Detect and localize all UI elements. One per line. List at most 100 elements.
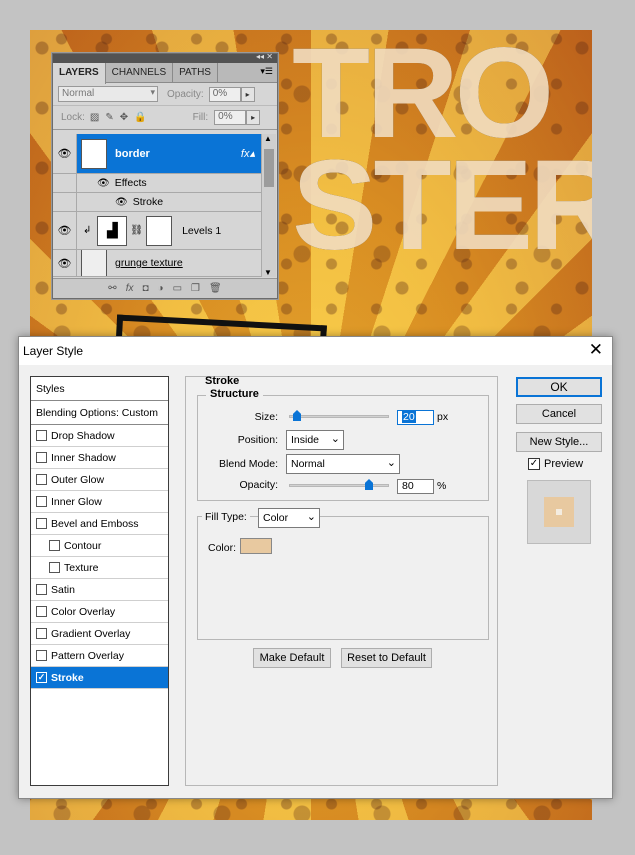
opacity-field[interactable]: 0% [208,86,241,102]
style-checkbox[interactable] [36,474,47,485]
layer-row-levels[interactable]: 👁 ↲ ▟ ⛓ Levels 1 [53,212,261,250]
style-item-outer-glow[interactable]: Outer Glow [31,469,168,491]
effects-eye-icon[interactable]: 👁 [97,178,110,189]
reset-default-button[interactable]: Reset to Default [341,648,432,668]
style-checkbox[interactable] [36,496,47,507]
style-checkbox[interactable] [49,540,60,551]
preview-swatch [544,497,574,527]
new-layer-icon[interactable]: ❐ [191,283,200,294]
fx-menu-icon[interactable]: fx [126,283,134,294]
style-checkbox[interactable] [36,452,47,463]
style-item-label: Outer Glow [51,473,105,486]
style-checkbox[interactable] [49,562,60,573]
layer-row-grunge[interactable]: 👁 grunge texture [53,250,261,277]
chevron-down-icon: ⌄ [306,511,316,523]
style-item-label: Pattern Overlay [51,649,124,662]
levels-histogram-icon: ▟ [97,215,128,246]
style-item-contour[interactable]: Contour [31,535,168,557]
new-group-icon[interactable]: ▭ [173,283,182,294]
opacity-input[interactable]: 80 [397,479,434,494]
size-unit: px [437,411,449,423]
color-swatch[interactable] [240,538,272,554]
layer-thumbnail [81,250,107,276]
opacity-arrow-button[interactable]: ▸ [240,86,255,102]
chevron-down-icon: ▾ [150,87,155,97]
style-item-inner-shadow[interactable]: Inner Shadow [31,447,168,469]
layer-row-border[interactable]: 👁 border fx▴ [53,134,261,174]
style-item-pattern-overlay[interactable]: Pattern Overlay [31,645,168,667]
size-slider-knob[interactable] [293,410,301,421]
make-default-button[interactable]: Make Default [253,648,331,668]
position-select[interactable]: Inside ⌄ [286,430,344,450]
tab-layers[interactable]: LAYERS [53,63,106,84]
style-checkbox[interactable] [36,430,47,441]
fill-arrow-button[interactable]: ▸ [246,110,261,125]
blend-mode-select[interactable]: Normal ▾ [58,86,158,102]
visibility-eye-icon[interactable]: 👁 [53,212,77,249]
effects-label: Effects [114,177,147,189]
style-checkbox[interactable] [36,518,47,529]
opacity-slider-knob[interactable] [365,479,373,490]
stroke-visibility-icon[interactable] [53,193,77,211]
size-slider[interactable] [289,415,389,418]
style-item-satin[interactable]: Satin [31,579,168,601]
fx-icon[interactable]: fx▴ [241,147,255,160]
style-item-bevel-and-emboss[interactable]: Bevel and Emboss [31,513,168,535]
layer-selected-highlight[interactable]: border fx▴ [77,134,261,173]
trash-icon[interactable]: 🗑 [209,283,222,294]
style-item-label: Bevel and Emboss [51,517,139,530]
lock-transparent-icon[interactable]: ▨ [90,112,99,123]
opacity-slider[interactable] [289,484,389,487]
style-item-label: Inner Shadow [51,451,116,464]
dialog-titlebar[interactable]: Layer Style ✕ [19,337,612,365]
blending-options[interactable]: Blending Options: Custom [31,401,168,425]
visibility-eye-icon[interactable]: 👁 [53,134,77,173]
fill-type-select[interactable]: Color ⌄ [258,508,320,528]
scroll-thumb[interactable] [264,149,274,187]
style-item-gradient-overlay[interactable]: Gradient Overlay [31,623,168,645]
layer-stroke-row[interactable]: 👁 Stroke [53,193,261,212]
close-icon[interactable]: ✕ [589,340,603,360]
styles-header[interactable]: Styles [31,377,168,401]
lock-move-icon[interactable]: ✥ [120,112,128,123]
style-item-drop-shadow[interactable]: Drop Shadow [31,425,168,447]
tab-paths[interactable]: PATHS [173,63,218,83]
chain-link-icon[interactable]: ⛓ [130,225,143,236]
adjustment-layer-icon[interactable]: ◑ [158,283,164,294]
style-item-inner-glow[interactable]: Inner Glow [31,491,168,513]
mask-thumbnail[interactable] [146,215,173,246]
style-checkbox[interactable]: ✓ [36,672,47,683]
cancel-button[interactable]: Cancel [516,404,602,424]
layer-effects-row[interactable]: 👁 Effects [53,174,261,193]
preview-checkbox[interactable]: ✓ [528,458,540,470]
style-checkbox[interactable] [36,584,47,595]
effects-visibility-icon[interactable] [53,174,77,192]
style-checkbox[interactable] [36,650,47,661]
panel-menu-icon[interactable]: ▾☰ [260,66,273,77]
lock-all-icon[interactable]: 🔒 [134,112,146,123]
lock-brush-icon[interactable]: ✎ [105,112,113,123]
panel-topbar[interactable]: ◂◂ ✕ [53,52,277,63]
layer-name: Levels 1 [182,224,222,237]
collapse-icon[interactable]: ◂◂ ✕ [256,52,273,61]
tab-channels[interactable]: CHANNELS [106,63,174,83]
visibility-eye-icon[interactable]: 👁 [53,250,77,276]
preview-checkbox-row[interactable]: ✓ Preview [528,458,583,470]
style-item-texture[interactable]: Texture [31,557,168,579]
scroll-up-icon[interactable]: ▲ [264,134,272,143]
scroll-down-icon[interactable]: ▼ [264,268,272,277]
style-item-stroke[interactable]: ✓ Stroke [31,667,168,689]
size-input[interactable]: 20 [397,410,434,425]
new-style-button[interactable]: New Style... [516,432,602,452]
style-checkbox[interactable] [36,628,47,639]
style-checkbox[interactable] [36,606,47,617]
link-layers-icon[interactable]: ⚯ [108,283,116,294]
fill-field[interactable]: 0% [214,110,247,125]
add-mask-icon[interactable]: ◘ [142,283,148,294]
ok-button[interactable]: OK [516,377,602,397]
layers-scrollbar[interactable]: ▲ ▼ [261,134,276,277]
style-item-color-overlay[interactable]: Color Overlay [31,601,168,623]
blend-row: Normal ▾ Opacity: 0% ▸ [53,83,277,106]
stroke-eye-icon[interactable]: 👁 [115,197,128,208]
blend-mode-select[interactable]: Normal ⌄ [286,454,400,474]
